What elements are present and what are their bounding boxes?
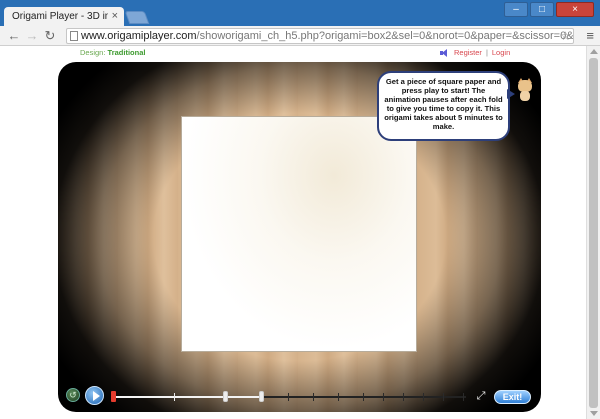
close-window-button[interactable]: × xyxy=(556,2,594,17)
login-link[interactable]: Login xyxy=(492,48,510,57)
new-tab-button[interactable] xyxy=(124,11,150,24)
timeline-tick xyxy=(174,393,175,401)
instruction-bubble: Get a piece of square paper and press pl… xyxy=(377,71,515,141)
back-icon[interactable]: ← xyxy=(6,28,22,44)
timeline-tick xyxy=(463,393,464,401)
reload-icon[interactable]: ↻ xyxy=(42,28,58,44)
forward-icon[interactable]: → xyxy=(24,28,40,44)
account-links: Register | Login xyxy=(440,48,510,57)
browser-titlebar: Origami Player - 3D instr × – □ × xyxy=(0,0,600,26)
browser-tab[interactable]: Origami Player - 3D instr × xyxy=(4,7,124,26)
exit-button[interactable]: Exit! xyxy=(494,390,531,404)
browser-toolbar: ← → ↻ www.origamiplayer.com/showorigami_… xyxy=(0,26,600,46)
origami-player[interactable]: Get a piece of square paper and press pl… xyxy=(58,62,541,412)
fullscreen-icon[interactable]: ⤢ xyxy=(475,390,487,402)
scroll-up-icon[interactable] xyxy=(590,49,598,54)
scroll-thumb[interactable] xyxy=(589,58,598,408)
url-path: /showorigami_ch_h5.php?origami=box2&sel=… xyxy=(196,30,574,42)
minimize-button[interactable]: – xyxy=(504,2,528,17)
play-button[interactable] xyxy=(85,386,104,405)
timeline-played xyxy=(113,396,263,398)
square-paper xyxy=(181,116,417,352)
progress-thumb[interactable] xyxy=(111,391,116,402)
register-link[interactable]: Register xyxy=(454,48,482,57)
design-label: Design: xyxy=(80,48,106,57)
link-separator: | xyxy=(485,48,488,57)
step-marker[interactable] xyxy=(259,391,264,402)
design-info: Design: Traditional xyxy=(80,48,145,57)
timeline-tick xyxy=(338,393,339,401)
tab-close-icon[interactable]: × xyxy=(112,10,118,22)
timeline-tick xyxy=(443,393,444,401)
timeline-tick xyxy=(403,393,404,401)
timeline-tick xyxy=(313,393,314,401)
cat-mascot-icon xyxy=(516,78,534,102)
step-marker[interactable] xyxy=(223,391,228,402)
tab-title: Origami Player - 3D instr xyxy=(12,11,108,22)
timeline-tick xyxy=(383,393,384,401)
maximize-button[interactable]: □ xyxy=(530,2,554,17)
timeline-tick xyxy=(288,393,289,401)
timeline-tick xyxy=(363,393,364,401)
replay-icon[interactable]: ↺ xyxy=(66,388,80,402)
progress-timeline[interactable] xyxy=(111,391,466,402)
sound-icon[interactable] xyxy=(440,48,450,57)
bookmark-star-icon[interactable]: ☆ xyxy=(560,29,571,43)
design-value: Traditional xyxy=(107,48,146,57)
page-scrollbar[interactable] xyxy=(586,46,600,419)
window-controls: – □ × xyxy=(504,2,594,17)
scroll-down-icon[interactable] xyxy=(590,411,598,416)
browser-menu-icon[interactable]: ≡ xyxy=(586,28,594,43)
page-icon xyxy=(70,31,78,41)
url-host: www.origamiplayer.com xyxy=(81,30,197,42)
timeline-tick xyxy=(423,393,424,401)
address-bar[interactable]: www.origamiplayer.com/showorigami_ch_h5.… xyxy=(66,28,574,44)
